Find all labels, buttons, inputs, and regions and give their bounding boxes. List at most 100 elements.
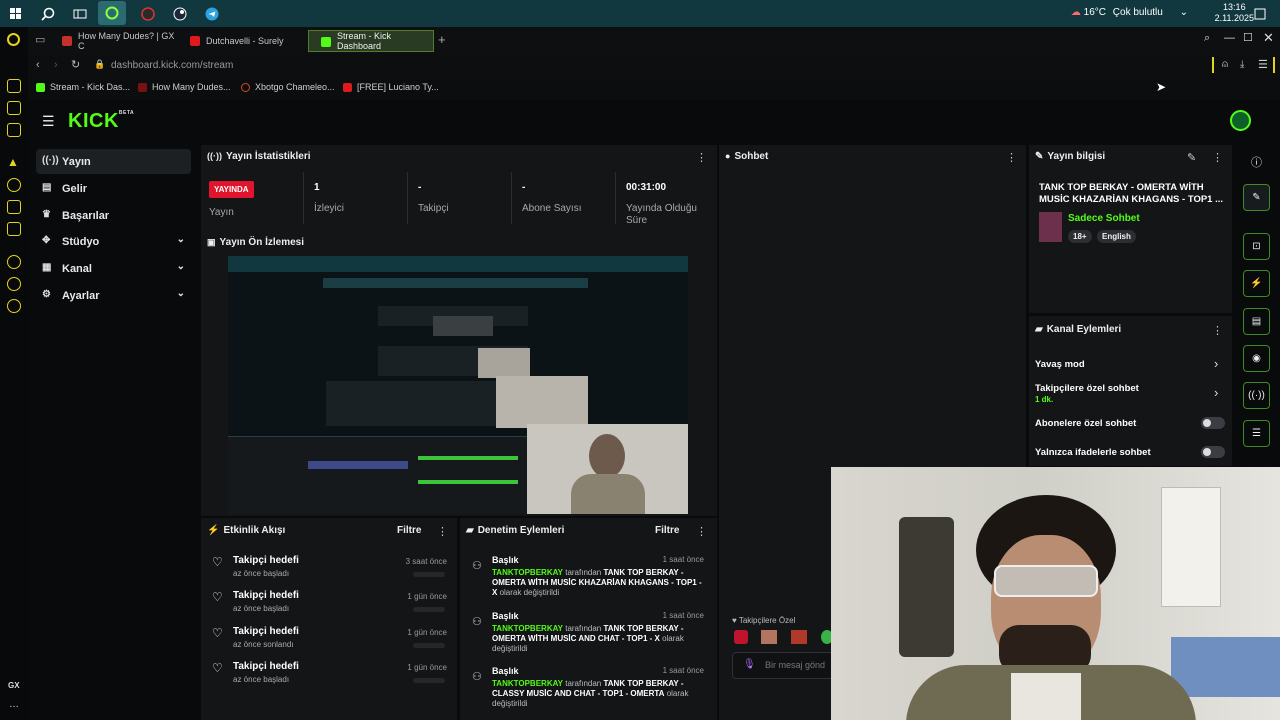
subs-chat-toggle[interactable] <box>1201 417 1225 429</box>
opera-gx-taskbar-icon[interactable] <box>98 1 126 25</box>
logo-badge: BETA <box>118 110 135 116</box>
events-title: ⚡ Etkinlik Akışı <box>207 525 285 536</box>
messenger-icon[interactable] <box>7 123 21 137</box>
settings-gear-icon[interactable] <box>7 299 21 313</box>
tab-manager-icon[interactable]: ▭ <box>35 33 45 46</box>
info-icon[interactable]: ⓘ <box>1251 154 1262 170</box>
stats-menu-icon[interactable]: ⋮ <box>696 151 707 164</box>
stats-title: ((·)) Yayın İstatistikleri <box>207 151 311 162</box>
search-icon[interactable] <box>38 4 58 24</box>
edit-icon[interactable]: ✎ <box>1187 151 1196 164</box>
stat-uptime-value: 00:31:00 <box>626 182 667 193</box>
event-title: Takipçi hedefi <box>233 590 299 601</box>
search-tabs-icon[interactable]: ⌕ <box>1204 32 1210 45</box>
bookmark-how-many-dudes[interactable]: How Many Dudes... <box>138 82 231 92</box>
chat-title: ● Sohbet <box>725 151 768 162</box>
notes-button[interactable]: ▤ <box>1243 308 1270 335</box>
kick-logo[interactable]: KICKBETA <box>68 110 134 133</box>
edit-stream-button[interactable]: ✎ <box>1243 184 1270 211</box>
opera-menu-icon[interactable] <box>7 33 20 46</box>
broadcast-button[interactable]: ((·)) <box>1243 382 1270 409</box>
emote-icon[interactable] <box>734 630 748 644</box>
gx-control-icon[interactable] <box>7 79 21 93</box>
clip-button[interactable]: ⊡ <box>1243 233 1270 260</box>
chevron-down-icon[interactable]: ⌄ <box>1180 7 1188 18</box>
tag-chip[interactable]: 18+ <box>1068 230 1092 243</box>
bookmark-kick[interactable]: Stream - Kick Das... <box>36 82 130 92</box>
channel-actions-title-text: Kanal Eylemleri <box>1046 324 1122 335</box>
app-taskbar-icon[interactable] <box>138 4 158 24</box>
microphone-icon[interactable]: 🎙 <box>743 659 756 670</box>
sidebar-item-kanal[interactable]: ▦ Kanal ⌄ <box>36 256 191 281</box>
emote-icon[interactable] <box>791 630 807 644</box>
new-tab-button[interactable]: + <box>438 32 446 47</box>
back-icon[interactable]: ‹ <box>36 59 40 71</box>
sidebar-item-gelir[interactable]: ▤ Gelir <box>36 176 191 201</box>
clock[interactable]: 13:16 2.11.2025 <box>1215 2 1254 24</box>
avatar[interactable] <box>1230 110 1251 131</box>
sidebar-item-yayin[interactable]: ((·)) Yayın <box>36 149 191 174</box>
category-thumbnail[interactable] <box>1039 212 1062 242</box>
tab-kick-dashboard[interactable]: Stream - Kick Dashboard <box>308 30 434 52</box>
emote-icon[interactable] <box>761 630 777 644</box>
bookmark-luciano[interactable]: [FREE] Luciano Ty... <box>343 82 439 92</box>
history-icon[interactable] <box>7 277 21 291</box>
sidebar-item-studyo[interactable]: ✥ Stüdyo ⌄ <box>36 229 191 254</box>
reload-icon[interactable]: ↻ <box>71 58 80 71</box>
layout-button[interactable]: ☰ <box>1243 420 1270 447</box>
sidebar-item-basarilar[interactable]: ♛ Başarılar <box>36 203 191 228</box>
easy-setup-icon[interactable]: ☰ <box>1258 58 1268 71</box>
hamburger-menu-icon[interactable]: ☰ <box>42 113 55 130</box>
tab-dutchavelli[interactable]: Dutchavelli - Surely <box>178 30 306 52</box>
twitch-icon[interactable] <box>7 222 21 236</box>
gx-corner-icon[interactable] <box>7 101 21 115</box>
chat-input[interactable]: 🎙 Bir mesaj gönd <box>732 652 842 679</box>
emote-chat-toggle[interactable] <box>1201 446 1225 458</box>
close-icon[interactable]: ✕ <box>1263 30 1274 46</box>
sidebar-item-ayarlar[interactable]: ⚙ Ayarlar ⌄ <box>36 283 191 308</box>
telegram-icon[interactable] <box>202 4 222 24</box>
slow-mode-row[interactable]: Yavaş mod <box>1035 359 1085 370</box>
events-menu-icon[interactable]: ⋮ <box>437 525 448 538</box>
moderation-menu-icon[interactable]: ⋮ <box>696 525 707 538</box>
weather-widget[interactable]: ☁ 16°C Çok bulutlu ⌄ <box>1071 7 1188 18</box>
heart-icon: ♥ <box>732 616 737 625</box>
kick-sidebar-icon[interactable]: ▲ <box>7 155 19 169</box>
moderation-filter-button[interactable]: Filtre <box>655 525 679 536</box>
minimize-icon[interactable]: — <box>1224 32 1235 44</box>
profile-icon[interactable]: ⍝ <box>1222 59 1228 70</box>
followers-chat-row[interactable]: Takipçilere özel sohbet <box>1035 383 1139 394</box>
url-field[interactable]: dashboard.kick.com/stream <box>111 60 233 71</box>
stream-info-menu-icon[interactable]: ⋮ <box>1212 151 1223 164</box>
chevron-right-icon[interactable]: › <box>1214 356 1218 371</box>
moderation-user[interactable]: TANKTOPBERKAY <box>492 624 563 633</box>
whatsapp-icon[interactable] <box>7 200 21 214</box>
chat-menu-icon[interactable]: ⋮ <box>1006 151 1017 164</box>
task-view-icon[interactable] <box>70 4 90 24</box>
tab-label: How Many Dudes? | GX C <box>78 31 175 51</box>
forward-icon[interactable]: › <box>54 59 58 71</box>
steam-icon[interactable] <box>170 4 190 24</box>
chat-button[interactable]: ◉ <box>1243 345 1270 372</box>
events-filter-button[interactable]: Filtre <box>397 525 421 536</box>
tag-chip[interactable]: English <box>1097 230 1136 243</box>
event-time: 1 gün önce <box>407 592 447 601</box>
player-icon[interactable] <box>7 255 21 269</box>
channel-actions-menu-icon[interactable]: ⋮ <box>1212 324 1223 337</box>
stream-preview[interactable] <box>228 256 688 514</box>
moderation-user[interactable]: TANKTOPBERKAY <box>492 568 563 577</box>
notification-icon[interactable] <box>1250 4 1270 24</box>
tab-how-many-dudes[interactable]: How Many Dudes? | GX C <box>50 30 178 52</box>
bookmark-xbotgo[interactable]: Xbotgo Chameleo... <box>241 82 335 92</box>
bookmark-favicon-icon <box>138 82 147 92</box>
download-icon[interactable]: ⤓ <box>1240 59 1244 70</box>
discord-icon[interactable] <box>7 178 21 192</box>
user-icon: ⚇ <box>472 616 482 628</box>
category-link[interactable]: Sadece Sohbet <box>1068 213 1140 224</box>
lightning-button[interactable]: ⚡ <box>1243 270 1270 297</box>
chevron-right-icon[interactable]: › <box>1214 385 1218 400</box>
maximize-icon[interactable]: ☐ <box>1243 31 1253 44</box>
windows-start-icon[interactable] <box>6 4 26 24</box>
moderation-user[interactable]: TANKTOPBERKAY <box>492 679 563 688</box>
more-icon[interactable]: … <box>9 699 19 710</box>
